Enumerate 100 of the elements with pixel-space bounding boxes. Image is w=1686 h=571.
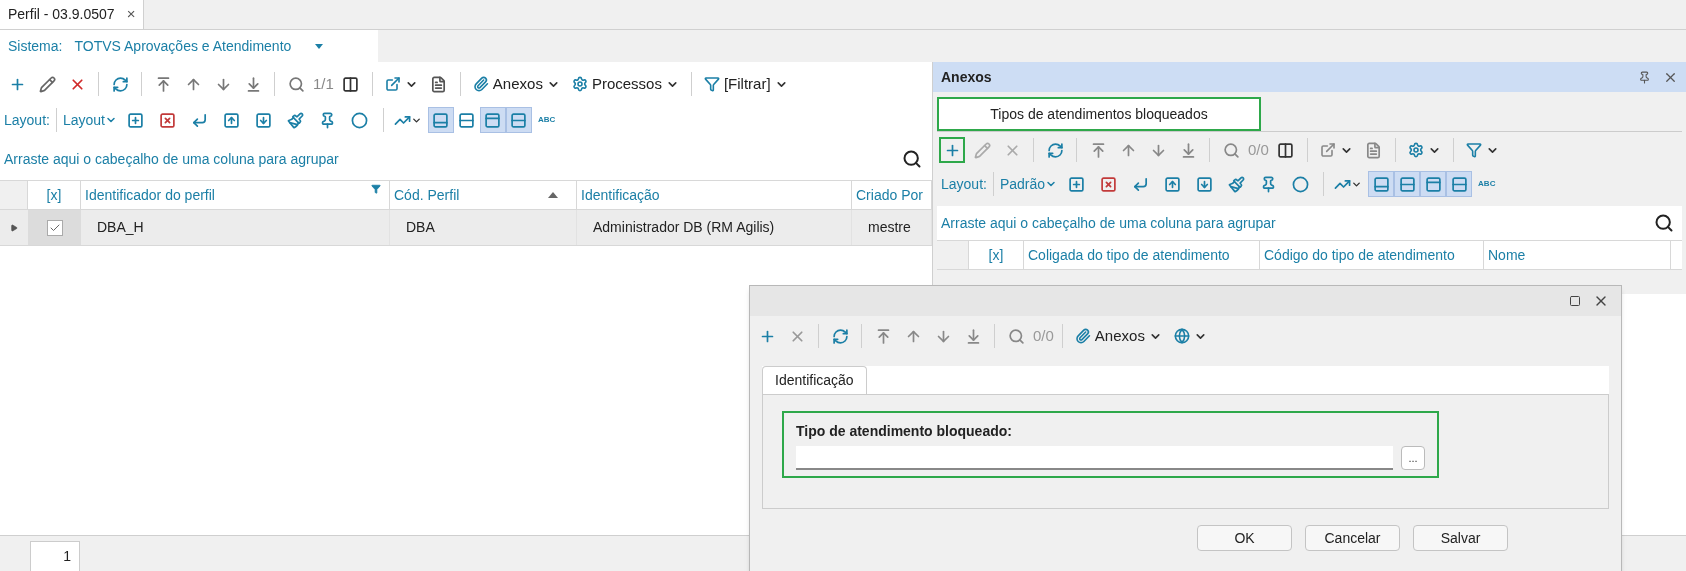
- column-header[interactable]: Código do tipo de atendimento: [1260, 241, 1484, 269]
- filter-icon: [1465, 142, 1482, 158]
- search-icon: [1222, 141, 1240, 159]
- record-counter: 0/0: [1033, 325, 1054, 346]
- pencil-icon: [973, 141, 991, 159]
- refresh-icon: [831, 327, 849, 345]
- attachments-menu[interactable]: Anexos: [468, 71, 564, 97]
- group-hint: Arraste aqui o cabeçalho de uma coluna para agrupar: [941, 213, 1276, 233]
- group-hint: Arraste aqui o cabeçalho de uma coluna para agrupar: [4, 149, 339, 169]
- layout-menu[interactable]: Padrão: [999, 173, 1058, 195]
- paperclip-icon: [1074, 328, 1091, 344]
- view-button[interactable]: [1368, 171, 1395, 197]
- column-header[interactable]: Coligada do tipo de atendimento: [1024, 241, 1260, 269]
- menu-label: Anexos: [492, 73, 543, 94]
- menu-label: Layout: [62, 110, 105, 130]
- dialog-button[interactable]: Cancelar: [1305, 525, 1400, 551]
- document-tab[interactable]: Perfil - 03.9.0507 ×: [0, 0, 145, 29]
- spell-check-label[interactable]: ABC: [538, 114, 556, 126]
- move-up-icon: [223, 111, 241, 129]
- view-button[interactable]: [428, 107, 454, 133]
- export-icon: [1319, 142, 1336, 158]
- view-icon: [1398, 175, 1416, 193]
- panel-tab[interactable]: Tipos de atendimentos bloqueados: [937, 97, 1261, 131]
- menu-label: [Filtrar]: [723, 73, 771, 94]
- return-icon: [1131, 175, 1149, 193]
- record-counter: 1/1: [313, 73, 334, 94]
- report-icon: [430, 75, 448, 93]
- close-tab-button[interactable]: ×: [126, 3, 136, 26]
- return-icon: [191, 111, 209, 129]
- caret-icon: [315, 43, 324, 49]
- report-icon: [1365, 141, 1383, 159]
- export-icon: [384, 76, 401, 92]
- table-cell-text: mestre: [868, 218, 911, 237]
- row-pointer-icon: [10, 223, 18, 232]
- menu-label: Padrão: [999, 174, 1046, 194]
- filter-icon[interactable]: [371, 184, 381, 194]
- gear-icon: [1407, 142, 1424, 158]
- move-down-icon: [255, 111, 273, 129]
- maximize-icon[interactable]: [1569, 295, 1581, 307]
- search-icon[interactable]: [902, 149, 922, 169]
- table-cell-text: DBA: [406, 218, 435, 237]
- system-label: Sistema:: [8, 36, 63, 56]
- column-header[interactable]: Nome: [1484, 241, 1671, 269]
- attachments-menu[interactable]: Anexos: [1070, 323, 1166, 349]
- view-button[interactable]: [1394, 171, 1421, 197]
- column-header[interactable]: Identificador do perfil: [85, 184, 215, 206]
- column-header[interactable]: Cód. Perfil: [394, 184, 460, 206]
- view-button[interactable]: [480, 107, 506, 133]
- column-header[interactable]: [x]: [969, 241, 1024, 269]
- dialog-button[interactable]: Salvar: [1413, 525, 1508, 551]
- delete-row-icon: [1099, 175, 1117, 193]
- move-down-icon: [1195, 175, 1213, 193]
- move-up-icon: [1163, 175, 1181, 193]
- row-checkbox[interactable]: [46, 219, 63, 236]
- refresh-icon: [111, 75, 129, 93]
- circles-icon: [351, 111, 369, 129]
- circles-icon: [1291, 175, 1309, 193]
- view-icon: [458, 111, 476, 129]
- search-icon[interactable]: [1654, 213, 1674, 233]
- paperclip-icon: [472, 76, 489, 92]
- add-row-icon: [1067, 175, 1085, 193]
- view-button[interactable]: [506, 107, 532, 133]
- pencil-icon: [38, 75, 56, 93]
- globe-icon: [1173, 328, 1190, 344]
- select-value: TOTVS Aprovações e Atendimento: [74, 36, 292, 56]
- add-button[interactable]: [939, 137, 965, 163]
- processes-menu[interactable]: Processos: [567, 71, 683, 97]
- table-cell-text: Administrador DB (RM Agilis): [593, 218, 775, 237]
- record-counter: 0/0: [1248, 139, 1269, 160]
- dialog-button[interactable]: OK: [1197, 525, 1292, 551]
- refresh-icon: [1046, 141, 1064, 159]
- paint-roller-icon: [1227, 175, 1245, 193]
- paint-roller-icon: [287, 111, 305, 129]
- add-row-icon: [127, 111, 145, 129]
- view-icon: [484, 111, 502, 129]
- pin-icon[interactable]: [1638, 70, 1651, 84]
- column-header[interactable]: Criado Por: [856, 184, 923, 206]
- input-field[interactable]: [796, 446, 1394, 470]
- menu-label: Processos: [591, 73, 662, 94]
- layout-menu[interactable]: Layout: [62, 109, 117, 131]
- search-icon: [287, 75, 305, 93]
- view-icon: [510, 111, 528, 129]
- columns-icon: [342, 75, 360, 93]
- column-header[interactable]: [x]: [28, 181, 81, 209]
- browse-button[interactable]: ...: [1401, 446, 1425, 470]
- page-number-field[interactable]: 1: [30, 541, 80, 571]
- gear-icon: [571, 76, 588, 92]
- view-button[interactable]: [1420, 171, 1447, 197]
- filter-icon: [703, 76, 720, 92]
- form-tab[interactable]: Identificação: [762, 366, 867, 394]
- column-header[interactable]: Identificação: [581, 184, 660, 206]
- columns-icon: [1277, 141, 1295, 159]
- view-icon: [432, 111, 450, 129]
- system-select[interactable]: TOTVS Aprovações e Atendimento: [74, 35, 324, 57]
- layout-label: Layout:: [941, 174, 987, 194]
- view-button[interactable]: [1446, 171, 1473, 197]
- filter-menu[interactable]: [Filtrar]: [699, 71, 792, 97]
- search-icon: [1007, 327, 1025, 345]
- spell-check-label[interactable]: ABC: [1478, 178, 1496, 190]
- field-label: Tipo de atendimento bloqueado:: [796, 422, 1013, 441]
